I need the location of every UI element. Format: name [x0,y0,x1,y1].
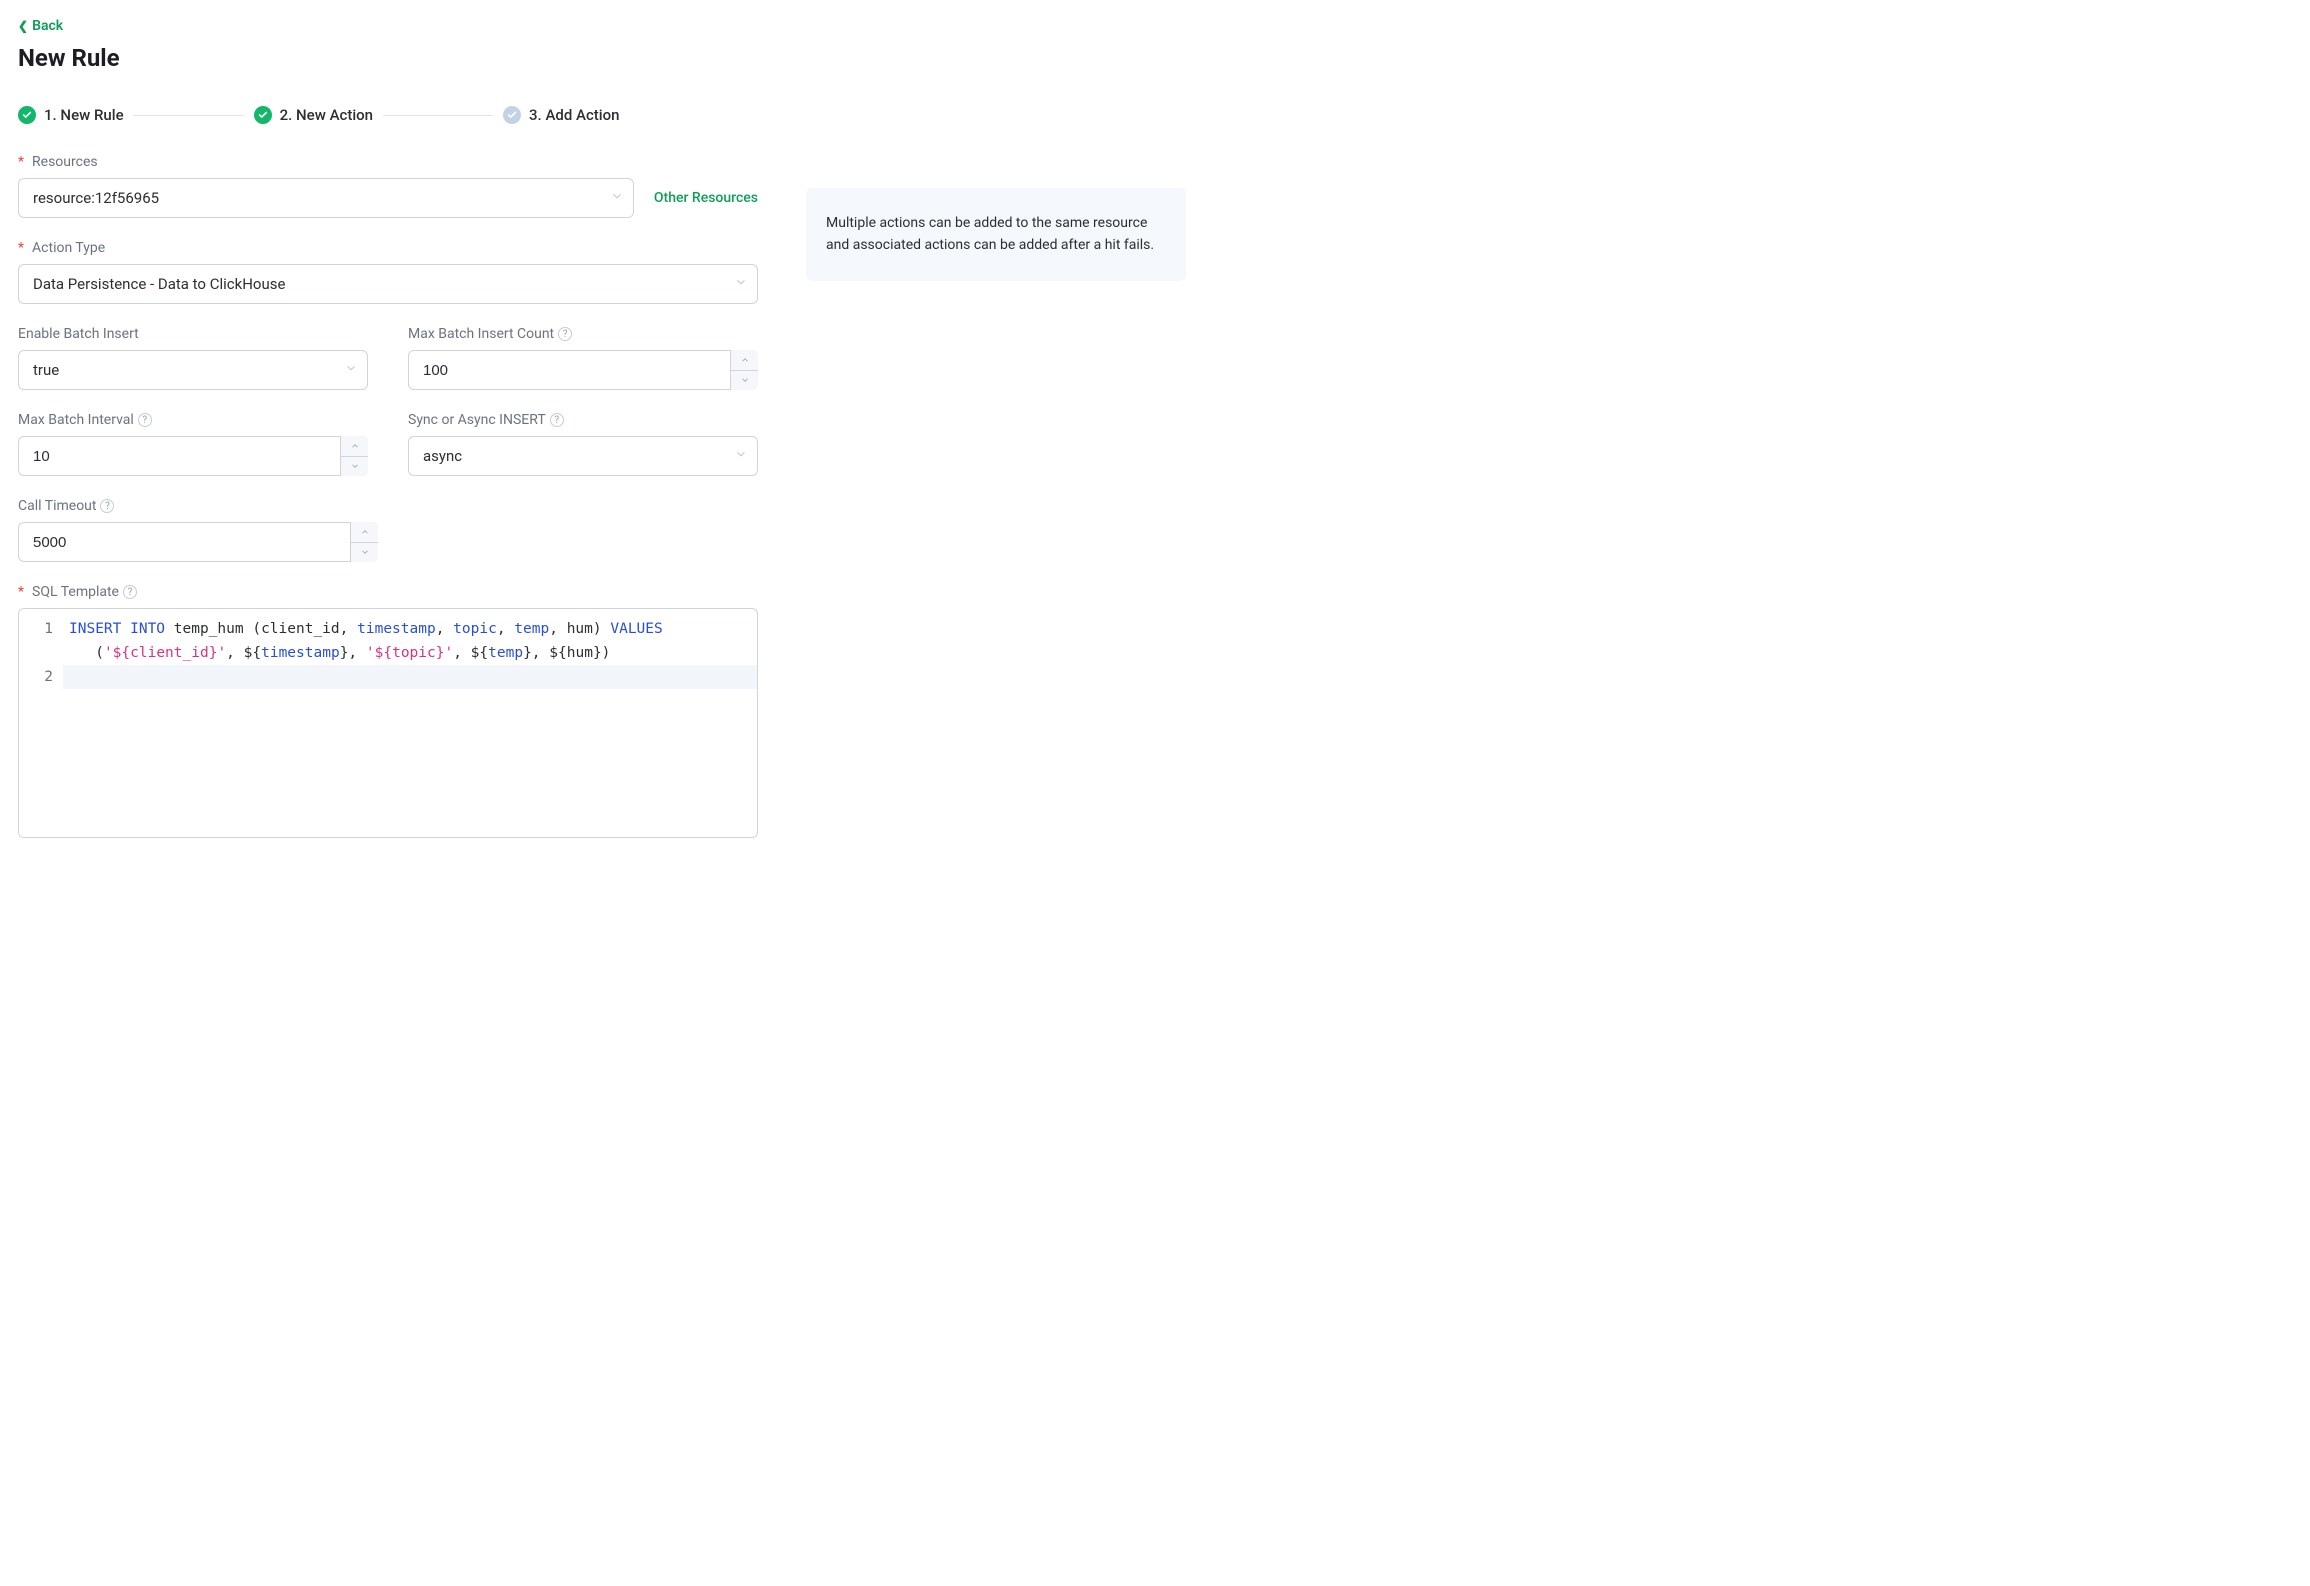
increment-button[interactable] [341,436,368,457]
step-new-rule[interactable]: 1. New Rule [18,106,124,124]
max-batch-count-input[interactable] [408,350,758,390]
sql-template-editor[interactable]: 1 2 INSERT INTO temp_hum (client_id, tim… [18,608,758,838]
enable-batch-select[interactable]: true [18,350,368,390]
help-icon[interactable]: ? [100,499,114,513]
other-resources-link[interactable]: Other Resources [654,190,758,206]
help-icon[interactable]: ? [138,413,152,427]
check-circle-icon [503,106,521,124]
back-label: Back [32,18,63,34]
number-spinner [350,522,378,562]
decrement-button[interactable] [341,457,368,477]
check-circle-icon [18,106,36,124]
resources-select[interactable]: resource:12f56965 [18,178,634,218]
decrement-button[interactable] [351,543,378,563]
call-timeout-input[interactable] [18,522,378,562]
step1-label: 1. New Rule [44,106,124,124]
code-area[interactable]: INSERT INTO temp_hum (client_id, timesta… [63,609,757,837]
chevron-left-icon: ❮ [18,19,28,33]
call-timeout-label: Call Timeout ? [18,498,758,514]
step3-label: 3. Add Action [529,106,619,124]
code-gutter: 1 2 [19,609,63,837]
wizard-steps: 1. New Rule 2. New Action 3. Add Action [18,106,1282,124]
step-connector [134,115,244,116]
max-batch-count-label: Max Batch Insert Count ? [408,326,758,342]
number-spinner [730,350,758,390]
max-batch-interval-label: Max Batch Interval ? [18,412,368,428]
step-add-action[interactable]: 3. Add Action [503,106,619,124]
back-link[interactable]: ❮ Back [18,18,63,34]
action-type-label: * Action Type [18,240,758,256]
help-icon[interactable]: ? [550,413,564,427]
check-circle-icon [254,106,272,124]
info-card: Multiple actions can be added to the sam… [806,188,1186,281]
increment-button[interactable] [731,350,758,371]
number-spinner [340,436,368,476]
help-icon[interactable]: ? [558,327,572,341]
enable-batch-label: Enable Batch Insert [18,326,368,342]
step-connector [383,115,493,116]
step-new-action[interactable]: 2. New Action [254,106,373,124]
decrement-button[interactable] [731,371,758,391]
page-title: New Rule [18,44,1282,72]
sql-template-label: * SQL Template ? [18,584,758,600]
action-type-select[interactable]: Data Persistence - Data to ClickHouse [18,264,758,304]
help-icon[interactable]: ? [123,585,137,599]
sync-async-label: Sync or Async INSERT ? [408,412,758,428]
increment-button[interactable] [351,522,378,543]
resources-label: * Resources [18,154,758,170]
sync-async-select[interactable]: async [408,436,758,476]
max-batch-interval-input[interactable] [18,436,368,476]
step2-label: 2. New Action [280,106,373,124]
